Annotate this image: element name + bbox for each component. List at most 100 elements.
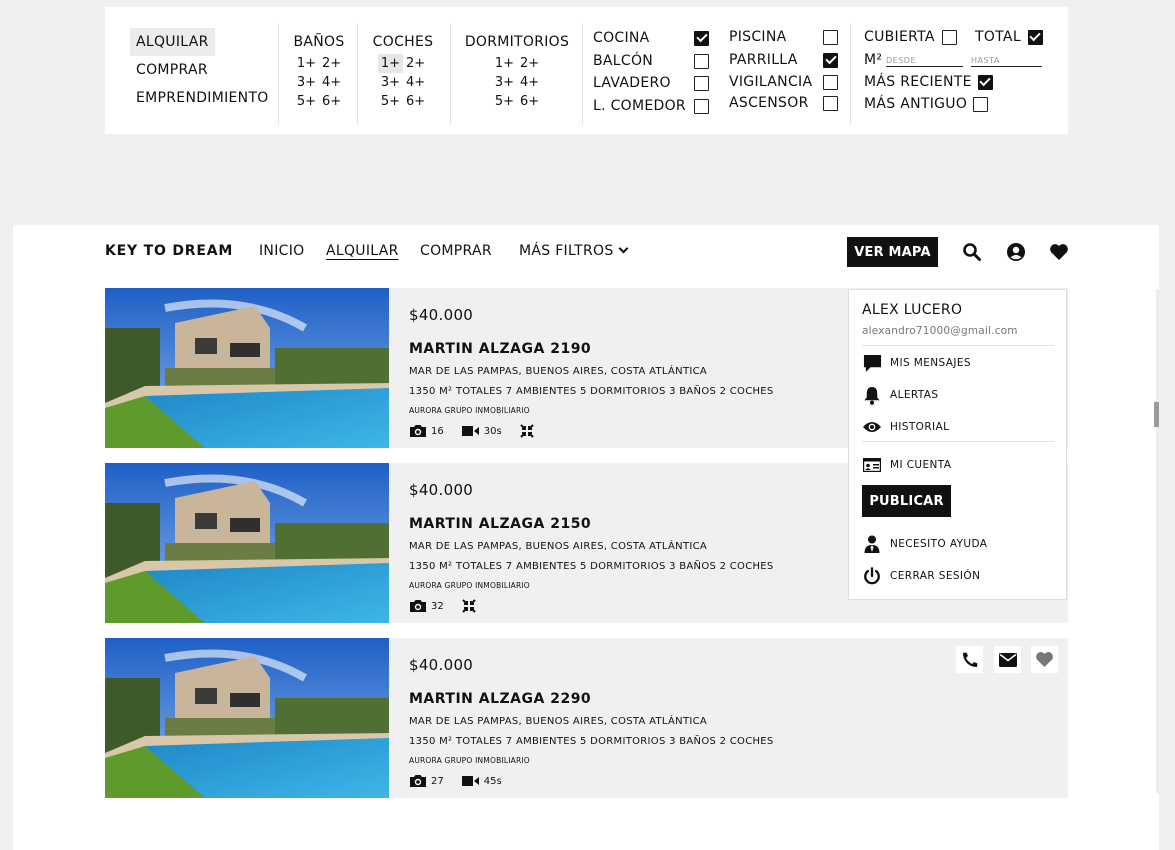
checkbox-total[interactable] bbox=[1027, 29, 1043, 45]
coches-option[interactable]: 5+ bbox=[378, 92, 403, 111]
user-dropdown-menu: ALEX LUCERO alexandro71000@gmail.com MIS… bbox=[848, 289, 1067, 600]
compress-icon[interactable] bbox=[462, 599, 476, 613]
listing-media: 16 30s bbox=[409, 424, 534, 438]
brand-logo[interactable]: KEY TO DREAM bbox=[105, 243, 233, 259]
coches-option[interactable]: 3+ bbox=[378, 73, 403, 92]
m2-hasta-input[interactable]: HASTA bbox=[971, 54, 1042, 67]
checkbox-comedor[interactable] bbox=[694, 98, 709, 114]
menu-item-cerrar-sesion[interactable]: CERRAR SESIÓN bbox=[862, 566, 980, 586]
nav-mas-filtros[interactable]: MÁS FILTROS bbox=[519, 243, 628, 259]
checkbox-cubierta[interactable] bbox=[941, 29, 957, 45]
envelope-icon bbox=[998, 652, 1017, 667]
amenity-parrilla[interactable]: PARRILLA bbox=[729, 51, 838, 69]
amenity-label: L. COMEDOR bbox=[593, 98, 686, 114]
banos-option[interactable]: 2+ bbox=[319, 54, 344, 73]
menu-item-ayuda[interactable]: NECESITO AYUDA bbox=[862, 534, 987, 554]
video-duration-value: 45s bbox=[483, 775, 502, 787]
scrollbar-track[interactable] bbox=[1156, 289, 1159, 793]
listing-address: MAR DE LAS PAMPAS, BUENOS AIRES, COSTA A… bbox=[409, 716, 708, 727]
coches-option[interactable]: 1+ bbox=[377, 54, 403, 73]
video-duration[interactable]: 30s bbox=[461, 425, 502, 437]
operation-option-emprendimiento[interactable]: EMPRENDIMIENTO bbox=[130, 84, 275, 112]
coches-option[interactable]: 2+ bbox=[403, 54, 428, 73]
checkbox-sort-recent[interactable] bbox=[977, 74, 993, 90]
banos-option[interactable]: 4+ bbox=[319, 73, 344, 92]
checkbox-sort-oldest[interactable] bbox=[973, 96, 989, 112]
compress-icon[interactable] bbox=[519, 424, 534, 438]
coches-option[interactable]: 4+ bbox=[403, 73, 428, 92]
property-photo[interactable] bbox=[105, 288, 389, 448]
listing-title[interactable]: MARTIN ALZAGA 2190 bbox=[409, 341, 591, 357]
checkbox-balcon[interactable] bbox=[694, 53, 709, 69]
heart-icon[interactable] bbox=[1049, 242, 1069, 262]
divider bbox=[582, 23, 583, 125]
ver-mapa-button[interactable]: VER MAPA bbox=[847, 237, 938, 267]
banos-option[interactable]: 6+ bbox=[319, 92, 344, 111]
nav-inicio[interactable]: INICIO bbox=[259, 243, 304, 259]
menu-item-mensajes[interactable]: MIS MENSAJES bbox=[862, 353, 971, 373]
favorite-button[interactable] bbox=[1031, 646, 1058, 673]
scrollbar-thumb[interactable] bbox=[1154, 402, 1159, 427]
m2-desde-input[interactable]: DESDE bbox=[886, 54, 963, 67]
amenity-ascensor[interactable]: ASCENSOR bbox=[729, 94, 838, 112]
checkbox-ascensor[interactable] bbox=[823, 95, 838, 111]
amenity-label: LAVADERO bbox=[593, 75, 671, 91]
checkbox-piscina[interactable] bbox=[823, 29, 838, 45]
listing-title[interactable]: MARTIN ALZAGA 2150 bbox=[409, 516, 591, 532]
video-duration[interactable]: 45s bbox=[461, 775, 502, 787]
menu-item-alertas[interactable]: ALERTAS bbox=[862, 385, 938, 405]
search-icon[interactable] bbox=[962, 242, 982, 262]
nav-alquilar[interactable]: ALQUILAR bbox=[326, 243, 399, 259]
coches-option[interactable]: 6+ bbox=[403, 92, 428, 111]
banos-option[interactable]: 5+ bbox=[294, 92, 319, 111]
call-button[interactable] bbox=[956, 646, 983, 673]
listing-title[interactable]: MARTIN ALZAGA 2290 bbox=[409, 691, 591, 707]
cubierta-option[interactable]: CUBIERTA bbox=[864, 28, 957, 46]
amenity-balcon[interactable]: BALCÓN bbox=[593, 52, 709, 70]
nav-comprar[interactable]: COMPRAR bbox=[420, 243, 492, 259]
photo-count-value: 16 bbox=[431, 425, 444, 437]
divider bbox=[862, 345, 1054, 346]
banos-option[interactable]: 1+ bbox=[294, 54, 319, 73]
listing-address: MAR DE LAS PAMPAS, BUENOS AIRES, COSTA A… bbox=[409, 366, 708, 377]
property-photo[interactable] bbox=[105, 463, 389, 623]
dormitorios-option[interactable]: 6+ bbox=[517, 92, 542, 111]
dormitorios-option[interactable]: 1+ bbox=[492, 54, 517, 73]
listing-media: 27 45s bbox=[409, 774, 502, 788]
user-email: alexandro71000@gmail.com bbox=[862, 325, 1018, 337]
total-option[interactable]: TOTAL bbox=[975, 28, 1043, 46]
dormitorios-option[interactable]: 3+ bbox=[492, 73, 517, 92]
checkbox-lavadero[interactable] bbox=[694, 75, 709, 91]
dormitorios-option[interactable]: 4+ bbox=[517, 73, 542, 92]
amenity-cocina[interactable]: COCINA bbox=[593, 29, 709, 47]
banos-option[interactable]: 3+ bbox=[294, 73, 319, 92]
amenity-piscina[interactable]: PISCINA bbox=[729, 28, 838, 46]
photo-count[interactable]: 27 bbox=[409, 774, 444, 788]
listing-agency[interactable]: AURORA GRUPO INMOBILIARIO bbox=[409, 756, 530, 765]
sort-oldest-option[interactable]: MÁS ANTIGUO bbox=[864, 95, 989, 113]
operation-option-comprar[interactable]: COMPRAR bbox=[130, 56, 214, 84]
checkbox-parrilla[interactable] bbox=[823, 52, 838, 68]
publicar-button[interactable]: PUBLICAR bbox=[862, 485, 951, 517]
menu-item-mi-cuenta[interactable]: MI CUENTA bbox=[862, 455, 951, 475]
listing-agency[interactable]: AURORA GRUPO INMOBILIARIO bbox=[409, 406, 530, 415]
user-circle-icon[interactable] bbox=[1006, 242, 1026, 262]
nav-mas-filtros-label: MÁS FILTROS bbox=[519, 243, 614, 259]
dormitorios-option[interactable]: 2+ bbox=[517, 54, 542, 73]
checkbox-vigilancia[interactable] bbox=[823, 74, 838, 90]
power-icon bbox=[864, 567, 880, 585]
dormitorios-option[interactable]: 5+ bbox=[492, 92, 517, 111]
amenity-comedor[interactable]: L. COMEDOR bbox=[593, 97, 709, 115]
amenity-vigilancia[interactable]: VIGILANCIA bbox=[729, 73, 838, 91]
checkbox-cocina[interactable] bbox=[694, 30, 709, 46]
listing-agency[interactable]: AURORA GRUPO INMOBILIARIO bbox=[409, 581, 530, 590]
email-button[interactable] bbox=[994, 646, 1021, 673]
photo-count[interactable]: 16 bbox=[409, 424, 444, 438]
amenity-lavadero[interactable]: LAVADERO bbox=[593, 74, 709, 92]
photo-count[interactable]: 32 bbox=[409, 599, 444, 613]
property-photo[interactable] bbox=[105, 638, 389, 798]
sort-recent-option[interactable]: MÁS RECIENTE bbox=[864, 73, 993, 91]
menu-item-historial[interactable]: HISTORIAL bbox=[862, 417, 949, 437]
operation-option-alquilar[interactable]: ALQUILAR bbox=[130, 28, 215, 56]
listing-card[interactable]: $40.000 MARTIN ALZAGA 2290 MAR DE LAS PA… bbox=[105, 638, 1068, 798]
